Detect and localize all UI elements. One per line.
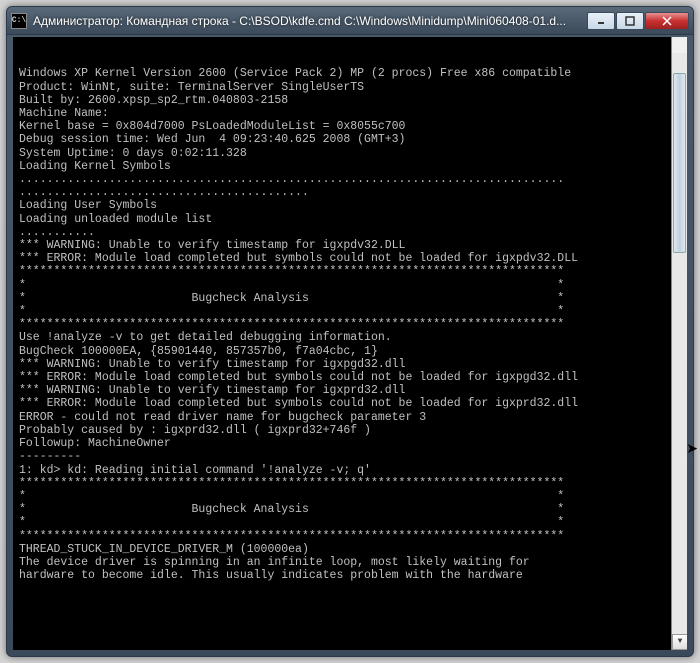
- scroll-track[interactable]: [672, 53, 687, 634]
- terminal-line: Probably caused by : igxprd32.dll ( igxp…: [19, 424, 681, 437]
- terminal-line: ****************************************…: [19, 265, 681, 278]
- maximize-button[interactable]: [616, 12, 644, 30]
- terminal-output[interactable]: Windows XP Kernel Version 2600 (Service …: [13, 37, 687, 650]
- terminal-line: *** ERROR: Module load completed but sym…: [19, 252, 681, 265]
- terminal-line: *** ERROR: Module load completed but sym…: [19, 371, 681, 384]
- terminal-line: Loading Kernel Symbols: [19, 160, 681, 173]
- terminal-line: *** WARNING: Unable to verify timestamp …: [19, 358, 681, 371]
- cmd-icon: C:\: [11, 13, 27, 29]
- minimize-icon: [596, 16, 606, 26]
- terminal-line: * *: [19, 516, 681, 529]
- terminal-line: Loading unloaded module list: [19, 213, 681, 226]
- terminal-line: 1: kd> kd: Reading initial command '!ana…: [19, 464, 681, 477]
- scroll-thumb[interactable]: [673, 73, 686, 253]
- titlebar[interactable]: C:\ Администратор: Командная строка - C:…: [7, 7, 693, 35]
- terminal-line: Loading User Symbols: [19, 199, 681, 212]
- terminal-line: ........................................…: [19, 186, 681, 199]
- terminal-line: * *: [19, 490, 681, 503]
- terminal-line: ---------: [19, 450, 681, 463]
- terminal-line: Kernel base = 0x804d7000 PsLoadedModuleL…: [19, 120, 681, 133]
- terminal-line: hardware to become idle. This usually in…: [19, 569, 681, 582]
- terminal-line: The device driver is spinning in an infi…: [19, 556, 681, 569]
- terminal-line: ****************************************…: [19, 530, 681, 543]
- terminal-line: * *: [19, 305, 681, 318]
- maximize-icon: [625, 16, 635, 26]
- terminal-line: * *: [19, 279, 681, 292]
- window-title: Администратор: Командная строка - C:\BSO…: [33, 14, 587, 28]
- terminal-line: Product: WinNt, suite: TerminalServer Si…: [19, 81, 681, 94]
- terminal-line: System Uptime: 0 days 0:02:11.328: [19, 147, 681, 160]
- terminal-line: *** ERROR: Module load completed but sym…: [19, 397, 681, 410]
- terminal-line: Built by: 2600.xpsp_sp2_rtm.040803-2158: [19, 94, 681, 107]
- terminal-line: * Bugcheck Analysis *: [19, 503, 681, 516]
- close-button[interactable]: [645, 12, 689, 30]
- terminal-line: ****************************************…: [19, 318, 681, 331]
- minimize-button[interactable]: [587, 12, 615, 30]
- terminal-line: ****************************************…: [19, 477, 681, 490]
- terminal-line: Windows XP Kernel Version 2600 (Service …: [19, 67, 681, 80]
- vertical-scrollbar[interactable]: ▲ ▼: [671, 37, 687, 650]
- terminal-line: ...........: [19, 226, 681, 239]
- terminal-line: ........................................…: [19, 173, 681, 186]
- terminal-line: Machine Name:: [19, 107, 681, 120]
- terminal-line: *** WARNING: Unable to verify timestamp …: [19, 239, 681, 252]
- terminal-line: *** WARNING: Unable to verify timestamp …: [19, 384, 681, 397]
- terminal-line: THREAD_STUCK_IN_DEVICE_DRIVER_M (100000e…: [19, 543, 681, 556]
- terminal-line: * Bugcheck Analysis *: [19, 292, 681, 305]
- terminal-line: Use !analyze -v to get detailed debuggin…: [19, 331, 681, 344]
- terminal-line: ERROR - could not read driver name for b…: [19, 411, 681, 424]
- close-icon: [661, 16, 673, 26]
- window-controls: [587, 12, 689, 30]
- terminal-window: C:\ Администратор: Командная строка - C:…: [6, 6, 694, 657]
- terminal-line: Debug session time: Wed Jun 4 09:23:40.6…: [19, 133, 681, 146]
- scroll-down-arrow-icon[interactable]: ▼: [672, 634, 687, 650]
- terminal-line: BugCheck 100000EA, {85901440, 857357b0, …: [19, 345, 681, 358]
- terminal-line: Followup: MachineOwner: [19, 437, 681, 450]
